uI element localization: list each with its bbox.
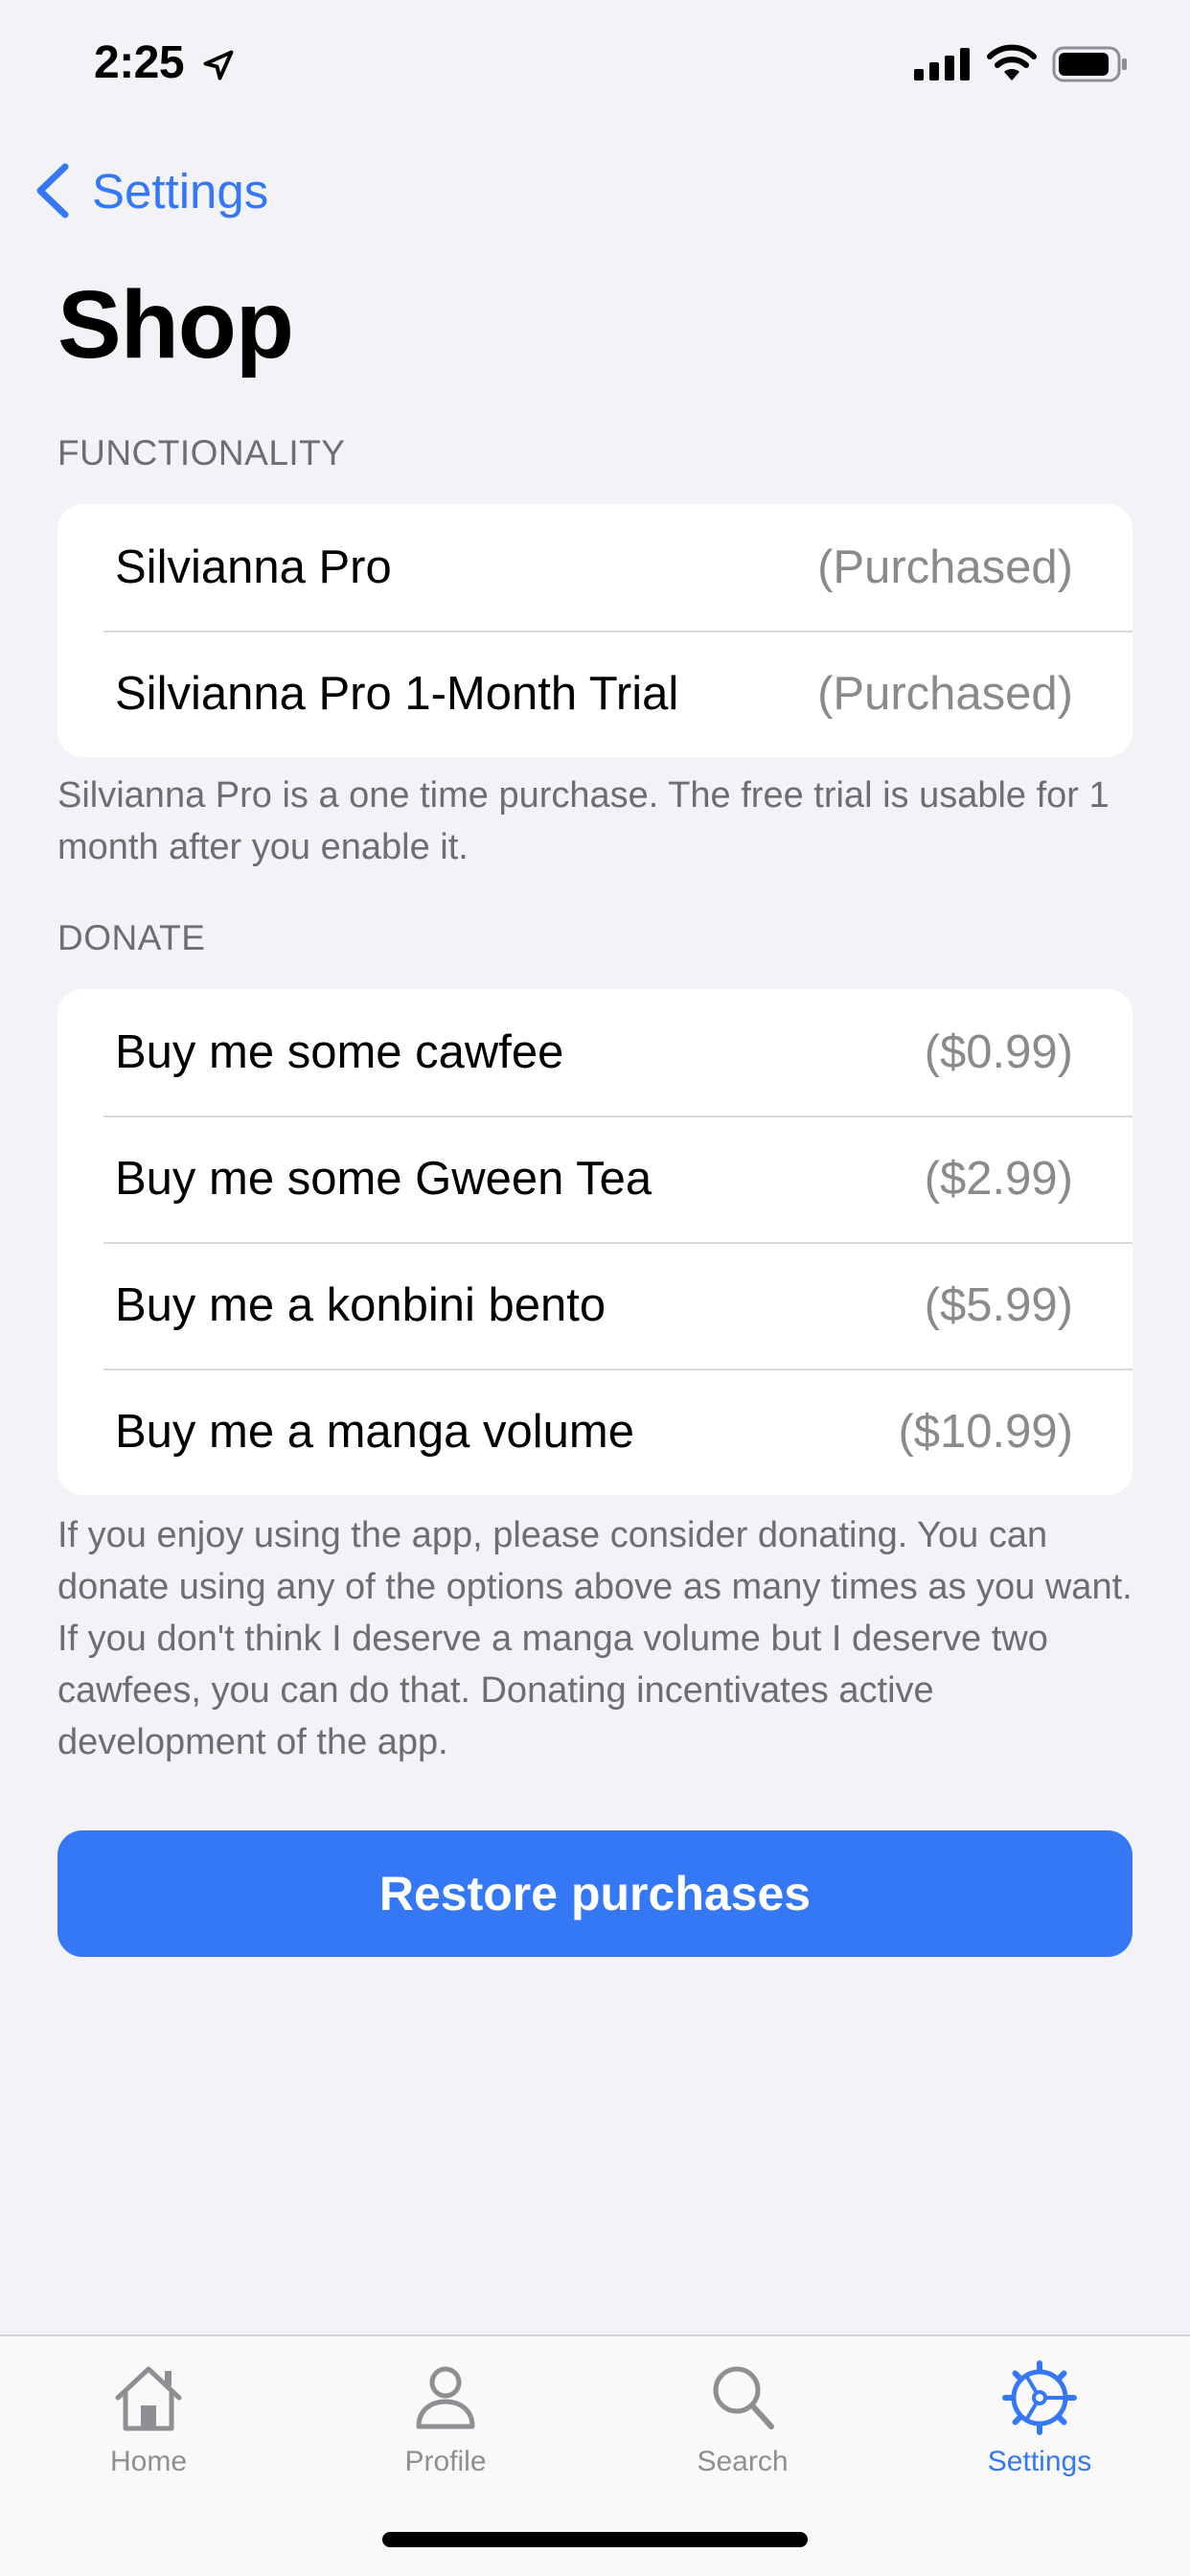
tab-settings[interactable]: Settings [891, 2359, 1188, 2503]
chevron-left-icon [36, 163, 69, 218]
row-label: Silvianna Pro 1-Month Trial [115, 668, 679, 720]
restore-purchases-button[interactable]: Restore purchases [57, 1830, 1133, 1957]
tab-search[interactable]: Search [594, 2359, 891, 2503]
list-item-manga-volume[interactable]: Buy me a manga volume ($10.99) [57, 1368, 1133, 1495]
donate-footer: If you enjoy using the app, please consi… [57, 1515, 1133, 1762]
tab-label: Settings [987, 2446, 1092, 2477]
row-label: Silvianna Pro [115, 541, 392, 593]
shop-screen: 2:25 Settings Shop FUNCTIONALITY Silvian… [0, 0, 1190, 2576]
row-value: ($5.99) [924, 1279, 1073, 1331]
tab-home[interactable]: Home [0, 2359, 297, 2503]
list-item-konbini-bento[interactable]: Buy me a konbini bento ($5.99) [57, 1242, 1133, 1368]
functionality-footer: Silvianna Pro is a one time purchase. Th… [57, 775, 1110, 867]
row-label: Buy me some cawfee [115, 1026, 564, 1078]
functionality-group: Silvianna Pro (Purchased) Silvianna Pro … [57, 504, 1133, 757]
gear-icon [1002, 2360, 1077, 2435]
back-label: Settings [92, 163, 269, 218]
donate-group: Buy me some cawfee ($0.99) Buy me some G… [57, 989, 1133, 1495]
magnifier-icon [713, 2366, 774, 2429]
section-header-functionality: FUNCTIONALITY [57, 433, 346, 472]
row-value: (Purchased) [817, 541, 1073, 593]
tab-label: Search [697, 2446, 789, 2477]
person-icon [416, 2366, 475, 2429]
row-label: Buy me a manga volume [115, 1406, 634, 1458]
list-item-cawfee[interactable]: Buy me some cawfee ($0.99) [57, 989, 1133, 1116]
home-indicator[interactable] [382, 2532, 808, 2547]
back-button[interactable]: Settings [33, 157, 268, 224]
row-value: ($2.99) [924, 1153, 1073, 1205]
tab-label: Home [109, 2446, 188, 2477]
row-label: Buy me some Gween Tea [115, 1153, 652, 1205]
status-bar: 2:25 [0, 0, 1190, 126]
page-title: Shop [57, 271, 294, 379]
list-item-silvianna-pro[interactable]: Silvianna Pro (Purchased) [57, 504, 1133, 631]
row-value: ($0.99) [924, 1026, 1073, 1078]
tab-label: Profile [404, 2446, 487, 2477]
row-value: ($10.99) [898, 1406, 1073, 1458]
status-time: 2:25 [94, 37, 185, 88]
list-item-gween-tea[interactable]: Buy me some Gween Tea ($2.99) [57, 1116, 1133, 1242]
wifi-icon [987, 44, 1037, 80]
house-icon [115, 2366, 182, 2431]
cellular-signal-icon [914, 48, 970, 80]
battery-icon [1052, 46, 1127, 82]
row-value: (Purchased) [817, 668, 1073, 720]
list-item-silvianna-pro-trial[interactable]: Silvianna Pro 1-Month Trial (Purchased) [57, 631, 1133, 757]
section-header-donate: DONATE [57, 918, 206, 957]
location-arrow-icon [203, 50, 234, 80]
row-label: Buy me a konbini bento [115, 1279, 606, 1331]
tab-profile[interactable]: Profile [297, 2359, 594, 2503]
